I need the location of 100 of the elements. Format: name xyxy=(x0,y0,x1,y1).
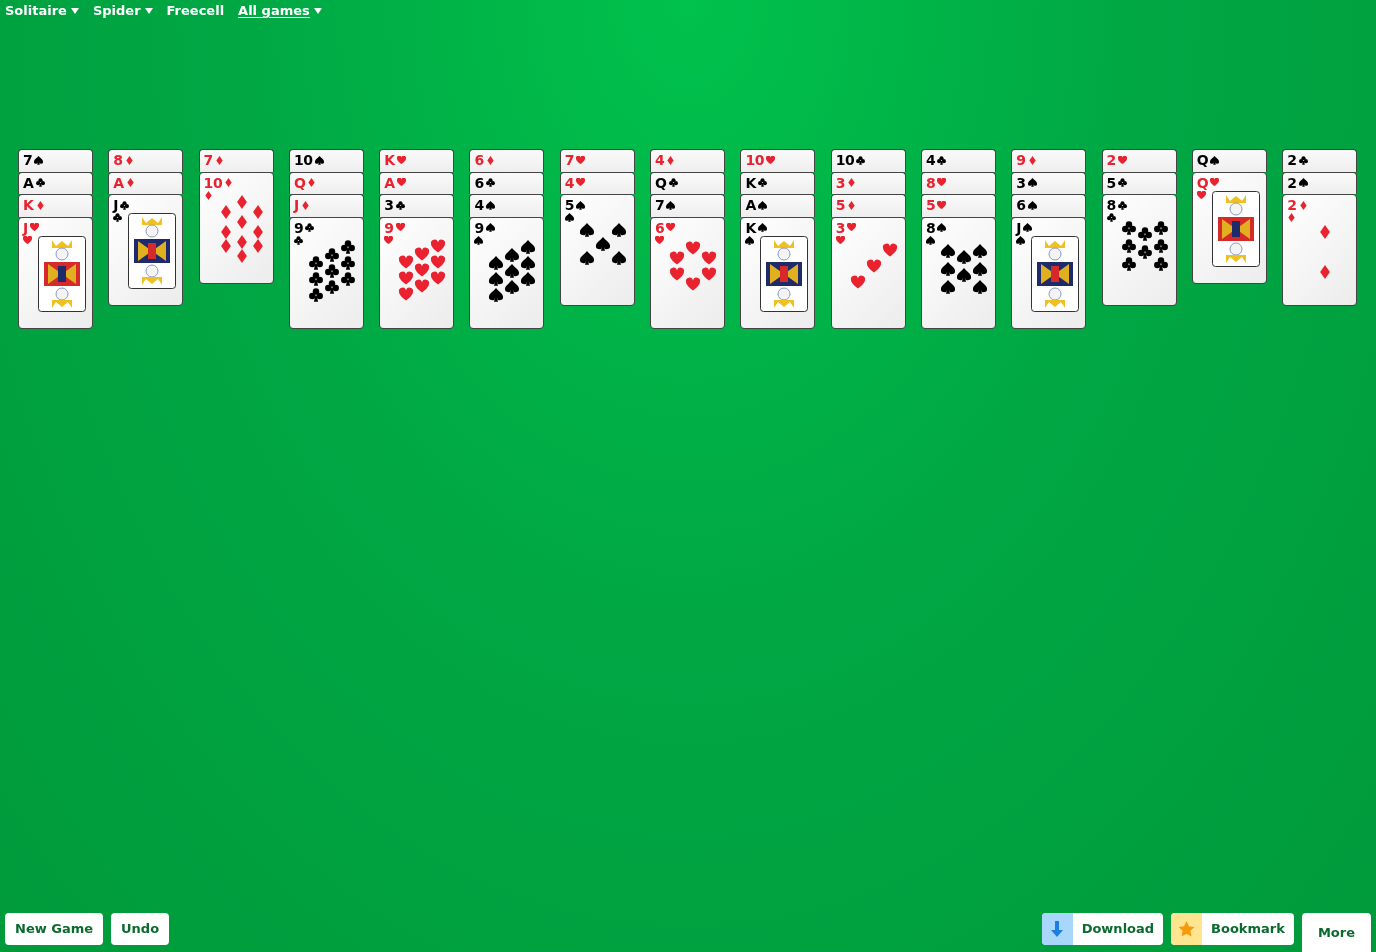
playing-card[interactable]: 7 xyxy=(198,149,274,172)
playing-card[interactable]: 7 xyxy=(650,194,726,217)
toolbar-button[interactable]: More xyxy=(1301,913,1371,952)
playing-card[interactable]: 2 xyxy=(1282,194,1358,306)
playing-card[interactable]: A xyxy=(18,171,93,194)
playing-card[interactable]: A xyxy=(108,171,184,194)
playing-card[interactable]: Q xyxy=(1191,149,1267,172)
card-rank: 6 xyxy=(655,220,665,235)
playing-card[interactable]: 6 xyxy=(1011,194,1087,217)
card-rank: 6 xyxy=(474,175,484,190)
card-rank: A xyxy=(113,175,124,190)
playing-card[interactable]: Q xyxy=(1191,171,1267,284)
card-rank: 8 xyxy=(925,220,936,235)
playing-card[interactable]: 9 xyxy=(469,216,545,329)
playing-card[interactable]: K xyxy=(740,171,816,194)
playing-card[interactable]: 8 xyxy=(108,149,184,172)
card-rank: 2 xyxy=(1287,198,1297,212)
card-rank: 4 xyxy=(474,198,484,212)
playing-card[interactable]: 4 xyxy=(920,149,996,172)
playing-card[interactable]: A xyxy=(379,171,455,194)
playing-card[interactable]: Q xyxy=(650,171,726,194)
card-rank: 10 xyxy=(293,153,313,167)
playing-card[interactable]: 6 xyxy=(650,216,726,329)
playing-card[interactable]: J xyxy=(108,194,184,306)
toolbar-button[interactable]: Download xyxy=(1041,913,1164,945)
playing-card[interactable]: 2 xyxy=(1282,171,1358,194)
playing-card[interactable]: Q xyxy=(288,171,364,194)
playing-card[interactable]: 9 xyxy=(288,216,364,329)
card-rank: 4 xyxy=(655,153,665,167)
playing-card[interactable]: 6 xyxy=(469,149,545,172)
playing-card[interactable]: K xyxy=(379,149,455,172)
card-rank: 5 xyxy=(564,198,575,212)
toolbar-button[interactable]: Bookmark xyxy=(1171,913,1294,945)
playing-card[interactable]: 8 xyxy=(1101,194,1177,306)
card-rank: 7 xyxy=(655,198,665,212)
playing-card[interactable]: 10 xyxy=(198,171,274,284)
download-icon xyxy=(1050,921,1065,937)
playing-card[interactable]: K xyxy=(740,216,816,329)
playing-card[interactable]: 5 xyxy=(559,194,635,306)
playing-card[interactable]: 6 xyxy=(469,171,545,194)
playing-card[interactable]: 3 xyxy=(830,216,906,329)
playing-card[interactable]: J xyxy=(288,194,364,217)
toolbar-button[interactable]: New Game xyxy=(5,913,104,945)
card-rank: 4 xyxy=(564,175,575,190)
card-rank: J xyxy=(293,198,299,212)
card-rank: K xyxy=(384,153,395,167)
playing-card[interactable]: A xyxy=(740,194,816,217)
card-rank: 2 xyxy=(1106,153,1116,167)
card-rank: 5 xyxy=(1106,175,1116,190)
playing-card[interactable]: 7 xyxy=(559,149,635,172)
playing-card[interactable]: 5 xyxy=(920,194,996,217)
playing-card[interactable]: K xyxy=(18,194,93,217)
playing-card[interactable]: 3 xyxy=(830,171,906,194)
nav-link[interactable]: Solitaire xyxy=(5,1,79,21)
playing-card[interactable]: J xyxy=(1011,216,1087,329)
card-rank: 8 xyxy=(925,175,936,190)
toolbar-button[interactable]: Undo xyxy=(111,913,170,945)
card-rank: Q xyxy=(1196,175,1209,190)
playing-card[interactable]: 10 xyxy=(830,149,906,172)
card-rank: 7 xyxy=(23,153,33,167)
card-rank: J xyxy=(23,220,28,235)
playing-card[interactable]: 10 xyxy=(288,149,364,172)
playing-card[interactable]: 2 xyxy=(1282,149,1358,172)
card-rank: 6 xyxy=(474,153,484,167)
playing-card[interactable]: 5 xyxy=(1101,171,1177,194)
caret-icon xyxy=(70,8,79,14)
playing-card[interactable]: 9 xyxy=(379,216,455,329)
card-rank: 10 xyxy=(835,153,855,167)
playing-card[interactable]: J xyxy=(18,216,93,329)
card-rank: 8 xyxy=(1106,198,1116,212)
playing-card[interactable]: 3 xyxy=(379,194,455,217)
playing-card[interactable]: 9 xyxy=(1011,149,1087,172)
card-rank: 9 xyxy=(1016,153,1026,167)
playing-card[interactable]: 8 xyxy=(920,171,996,194)
playing-card[interactable]: 4 xyxy=(469,194,545,217)
card-rank: Q xyxy=(293,175,306,190)
playing-card[interactable]: 8 xyxy=(920,216,996,329)
card-rank: 3 xyxy=(835,175,846,190)
card-rank: 5 xyxy=(835,198,846,212)
card-rank: Q xyxy=(655,175,667,190)
playing-card[interactable]: 7 xyxy=(18,149,93,172)
playing-card[interactable]: 4 xyxy=(650,149,726,172)
card-rank: 8 xyxy=(113,153,123,167)
card-rank: 6 xyxy=(1016,198,1026,212)
playing-card[interactable]: 4 xyxy=(559,171,635,194)
card-rank: 4 xyxy=(925,153,936,167)
card-rank: K xyxy=(23,198,34,212)
playing-card[interactable]: 3 xyxy=(1011,171,1087,194)
card-rank: 7 xyxy=(564,153,575,167)
card-rank: 9 xyxy=(474,220,484,235)
playing-card[interactable]: 5 xyxy=(830,194,906,217)
playing-card[interactable]: 2 xyxy=(1101,149,1177,172)
card-rank: 5 xyxy=(925,198,936,212)
playing-card[interactable]: 10 xyxy=(740,149,816,172)
card-rank: 7 xyxy=(203,153,213,167)
card-rank: A xyxy=(384,175,395,190)
card-rank: 10 xyxy=(745,153,765,167)
star-icon xyxy=(1178,921,1196,937)
card-rank: 3 xyxy=(384,198,394,212)
caret-icon xyxy=(313,8,322,14)
